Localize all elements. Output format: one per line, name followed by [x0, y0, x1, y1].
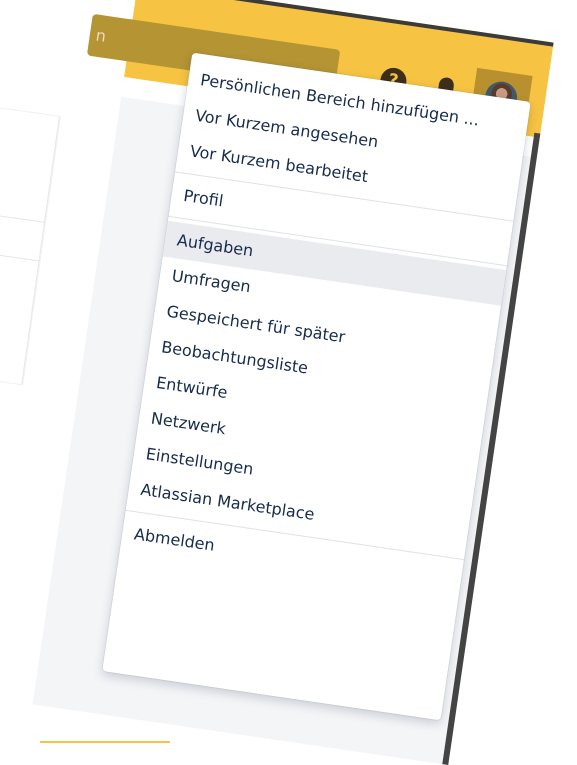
divider: [0, 243, 39, 262]
app-window: n ? Persönlichen Bereich hinzufügen ... V…: [32, 0, 554, 765]
divider: [0, 204, 45, 223]
accent-underline: [40, 741, 170, 743]
background-panel: [0, 100, 60, 385]
